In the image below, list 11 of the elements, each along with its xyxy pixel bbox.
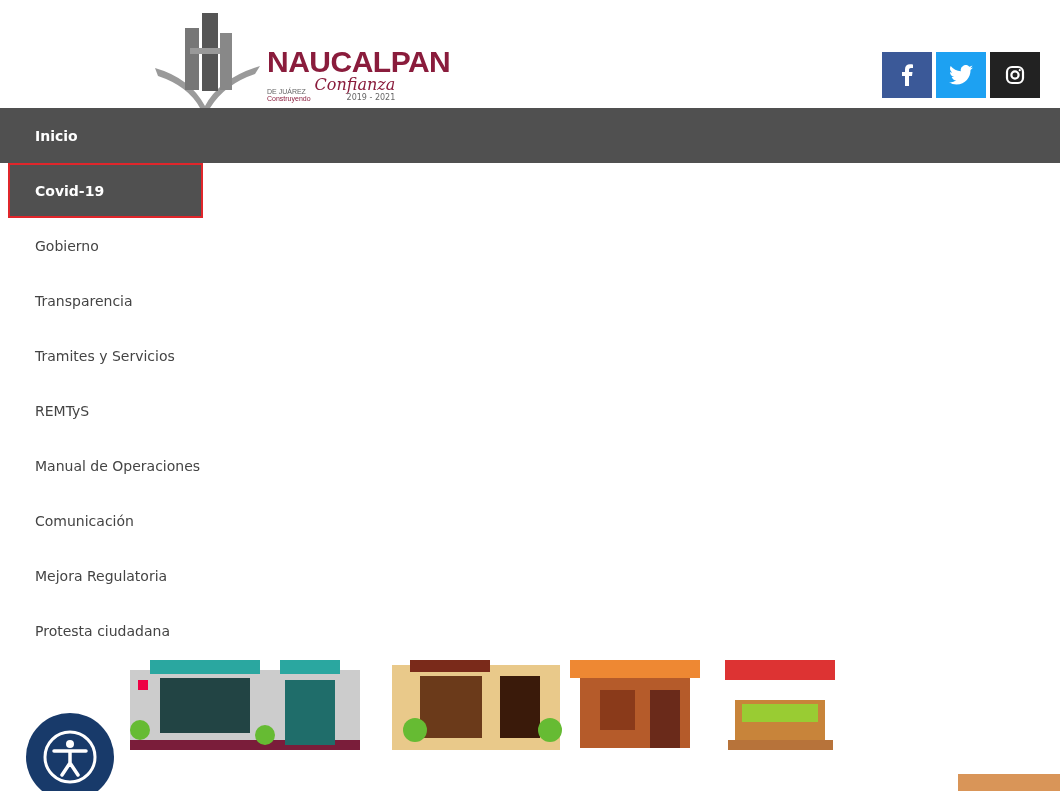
logo-script-text: Confianza: [314, 77, 396, 93]
logo-name: NAUCALPAN: [267, 47, 451, 77]
nav-item[interactable]: Inicio: [0, 108, 1060, 163]
instagram-icon: [1005, 65, 1025, 85]
bird-icon: [949, 65, 973, 85]
social-link[interactable]: [882, 52, 932, 98]
social-link[interactable]: [990, 52, 1040, 98]
logo-years: 2019 - 2021: [346, 93, 396, 102]
accessibility-icon: [42, 729, 98, 785]
nav-item[interactable]: Covid-19: [8, 163, 203, 218]
facebook-icon: [901, 64, 913, 86]
